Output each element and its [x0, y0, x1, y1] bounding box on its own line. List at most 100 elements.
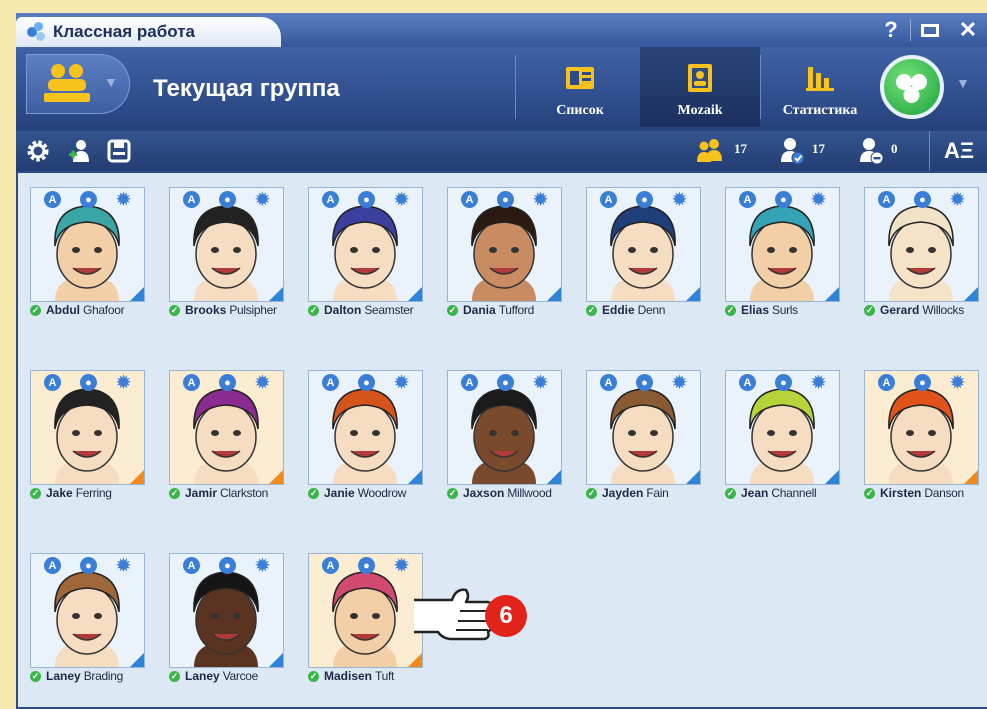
- chevron-down-icon[interactable]: ▼: [956, 75, 970, 91]
- gear-icon[interactable]: ✹: [671, 373, 688, 392]
- student-name[interactable]: ✓ Dalton Seamster: [308, 303, 438, 317]
- eye-icon[interactable]: ●: [775, 374, 792, 391]
- eye-icon[interactable]: ●: [80, 374, 97, 391]
- eye-icon[interactable]: ●: [219, 374, 236, 391]
- student-card[interactable]: A ● ✹ ✓ Eddie Denn: [586, 187, 701, 337]
- tab-list[interactable]: Список: [520, 47, 640, 127]
- eye-icon[interactable]: ●: [80, 557, 97, 574]
- gear-icon[interactable]: ✹: [393, 373, 410, 392]
- student-card[interactable]: A ● ✹ ✓ Laney Varcoe: [169, 553, 284, 703]
- student-card[interactable]: A ● ✹ ✓ Madisen Tuft: [308, 553, 423, 703]
- student-card[interactable]: A ● ✹ ✓ Elias Surls: [725, 187, 840, 337]
- eye-icon[interactable]: ●: [497, 191, 514, 208]
- student-avatar[interactable]: A ● ✹: [586, 187, 701, 302]
- student-card[interactable]: A ● ✹ ✓ Jake Ferring: [30, 370, 145, 520]
- student-name[interactable]: ✓ Jake Ferring: [30, 486, 160, 500]
- student-avatar[interactable]: A ● ✹: [725, 370, 840, 485]
- assistant-badge[interactable]: A: [322, 191, 339, 208]
- assistant-badge[interactable]: A: [739, 374, 756, 391]
- assistant-badge[interactable]: A: [600, 374, 617, 391]
- student-name[interactable]: ✓ Abdul Ghafoor: [30, 303, 160, 317]
- gear-icon[interactable]: ✹: [254, 373, 271, 392]
- eye-icon[interactable]: ●: [219, 557, 236, 574]
- student-name[interactable]: ✓ Dania Tufford: [447, 303, 577, 317]
- student-name[interactable]: ✓ Jayden Fain: [586, 486, 716, 500]
- student-card[interactable]: A ● ✹ ✓ Jamir Clarkston: [169, 370, 284, 520]
- eye-icon[interactable]: ●: [219, 191, 236, 208]
- student-card[interactable]: A ● ✹ ✓ Abdul Ghafoor: [30, 187, 145, 337]
- student-name[interactable]: ✓ Gerard Willocks: [864, 303, 987, 317]
- student-avatar[interactable]: A ● ✹: [725, 187, 840, 302]
- assistant-badge[interactable]: A: [878, 191, 895, 208]
- student-name[interactable]: ✓ Jaxson Millwood: [447, 486, 577, 500]
- assistant-badge[interactable]: A: [44, 374, 61, 391]
- student-name[interactable]: ✓ Madisen Tuft: [308, 669, 438, 683]
- mozaik-logo-button[interactable]: [880, 55, 944, 119]
- eye-icon[interactable]: ●: [497, 374, 514, 391]
- gear-icon[interactable]: ✹: [810, 190, 827, 209]
- assistant-badge[interactable]: A: [322, 557, 339, 574]
- student-avatar[interactable]: A ● ✹: [447, 370, 562, 485]
- assistant-badge[interactable]: A: [183, 191, 200, 208]
- eye-icon[interactable]: ●: [636, 191, 653, 208]
- assistant-badge[interactable]: A: [878, 374, 895, 391]
- student-avatar[interactable]: A ● ✹: [169, 370, 284, 485]
- student-name[interactable]: ✓ Janie Woodrow: [308, 486, 438, 500]
- student-avatar[interactable]: A ● ✹: [308, 553, 423, 668]
- add-student-icon[interactable]: [68, 139, 92, 163]
- gear-icon[interactable]: ✹: [949, 190, 966, 209]
- student-card[interactable]: A ● ✹ ✓ Dalton Seamster: [308, 187, 423, 337]
- student-avatar[interactable]: A ● ✹: [586, 370, 701, 485]
- student-card[interactable]: A ● ✹ ✓ Jaxson Millwood: [447, 370, 562, 520]
- student-name[interactable]: ✓ Brooks Pulsipher: [169, 303, 299, 317]
- assistant-badge[interactable]: A: [322, 374, 339, 391]
- group-selector-button[interactable]: ▼: [26, 54, 130, 114]
- tab-mozaik[interactable]: Mozaik: [640, 47, 760, 127]
- eye-icon[interactable]: ●: [914, 191, 931, 208]
- student-avatar[interactable]: A ● ✹: [308, 370, 423, 485]
- save-icon[interactable]: [107, 139, 131, 163]
- eye-icon[interactable]: ●: [358, 374, 375, 391]
- assistant-badge[interactable]: A: [600, 191, 617, 208]
- eye-icon[interactable]: ●: [358, 191, 375, 208]
- eye-icon[interactable]: ●: [775, 191, 792, 208]
- student-card[interactable]: A ● ✹ ✓ Jayden Fain: [586, 370, 701, 520]
- gear-icon[interactable]: ✹: [115, 373, 132, 392]
- gear-icon[interactable]: [26, 139, 50, 163]
- gear-icon[interactable]: ✹: [532, 190, 549, 209]
- student-card[interactable]: A ● ✹ ✓ Jean Channell: [725, 370, 840, 520]
- student-avatar[interactable]: A ● ✹: [30, 553, 145, 668]
- assistant-badge[interactable]: A: [183, 557, 200, 574]
- tab-statistics[interactable]: Статистика: [760, 47, 880, 127]
- gear-icon[interactable]: ✹: [254, 190, 271, 209]
- help-button[interactable]: ?: [872, 13, 910, 47]
- student-name[interactable]: ✓ Kirsten Danson: [864, 486, 987, 500]
- assistant-badge[interactable]: A: [44, 557, 61, 574]
- gear-icon[interactable]: ✹: [810, 373, 827, 392]
- eye-icon[interactable]: ●: [636, 374, 653, 391]
- student-avatar[interactable]: A ● ✹: [169, 553, 284, 668]
- student-name[interactable]: ✓ Laney Varcoe: [169, 669, 299, 683]
- student-avatar[interactable]: A ● ✹: [30, 187, 145, 302]
- gear-icon[interactable]: ✹: [949, 373, 966, 392]
- student-name[interactable]: ✓ Jamir Clarkston: [169, 486, 299, 500]
- student-avatar[interactable]: A ● ✹: [864, 187, 979, 302]
- student-avatar[interactable]: A ● ✹: [30, 370, 145, 485]
- student-name[interactable]: ✓ Eddie Denn: [586, 303, 716, 317]
- font-size-button[interactable]: AΞ: [929, 131, 987, 171]
- student-name[interactable]: ✓ Elias Surls: [725, 303, 855, 317]
- gear-icon[interactable]: ✹: [115, 556, 132, 575]
- gear-icon[interactable]: ✹: [671, 190, 688, 209]
- student-card[interactable]: A ● ✹ ✓ Kirsten Danson: [864, 370, 979, 520]
- student-name[interactable]: ✓ Laney Brading: [30, 669, 160, 683]
- student-avatar[interactable]: A ● ✹: [864, 370, 979, 485]
- student-card[interactable]: A ● ✹ ✓ Gerard Willocks: [864, 187, 979, 337]
- student-name[interactable]: ✓ Jean Channell: [725, 486, 855, 500]
- student-card[interactable]: A ● ✹ ✓ Janie Woodrow: [308, 370, 423, 520]
- student-card[interactable]: A ● ✹ ✓ Brooks Pulsipher: [169, 187, 284, 337]
- eye-icon[interactable]: ●: [914, 374, 931, 391]
- eye-icon[interactable]: ●: [358, 557, 375, 574]
- eye-icon[interactable]: ●: [80, 191, 97, 208]
- gear-icon[interactable]: ✹: [393, 190, 410, 209]
- student-avatar[interactable]: A ● ✹: [308, 187, 423, 302]
